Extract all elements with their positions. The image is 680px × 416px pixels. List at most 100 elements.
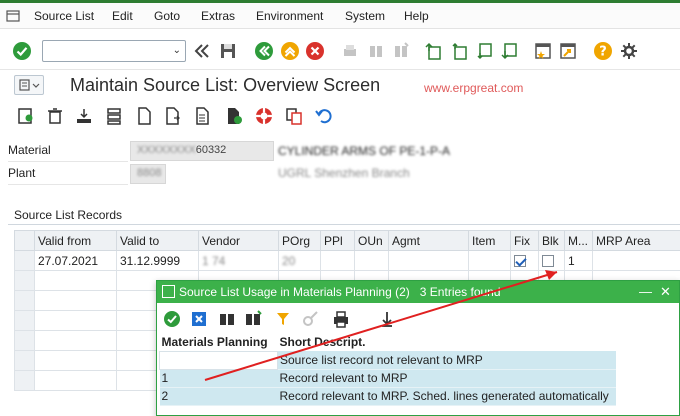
lifebuoy-icon[interactable] xyxy=(254,106,274,126)
back-icon[interactable] xyxy=(254,41,274,61)
cell-ppl[interactable] xyxy=(320,250,355,271)
copy-icon[interactable] xyxy=(284,106,304,126)
row-selector[interactable] xyxy=(14,350,35,371)
row-selector[interactable] xyxy=(14,370,35,391)
popup-enter-check-icon[interactable] xyxy=(162,309,182,329)
fix-checkbox[interactable] xyxy=(514,255,526,268)
row-selector[interactable] xyxy=(14,250,35,271)
menu-edit[interactable]: Edit xyxy=(112,9,133,23)
new-document-icon[interactable] xyxy=(134,106,154,126)
menu-system[interactable]: System xyxy=(345,9,385,23)
list-item[interactable]: 1 Record relevant to MRP xyxy=(159,369,616,388)
row-selector[interactable] xyxy=(14,290,35,311)
col-ppl[interactable]: PPl xyxy=(320,230,355,251)
minimize-icon[interactable]: — xyxy=(639,284,652,299)
settings-gear-icon[interactable] xyxy=(619,41,639,61)
empty-cell[interactable] xyxy=(34,290,117,311)
col-vendor[interactable]: Vendor xyxy=(198,230,279,251)
document-details-icon[interactable] xyxy=(163,106,183,126)
planning-key: 1 xyxy=(159,369,278,388)
popup-titlebar[interactable]: Source List Usage in Materials Planning … xyxy=(157,281,679,303)
chevron-down-icon[interactable]: ⌄ xyxy=(173,45,181,56)
col-mrp-area[interactable]: MRP Area xyxy=(592,230,680,251)
col-short-description[interactable]: Short Descript. xyxy=(277,333,616,351)
col-fix[interactable]: Fix xyxy=(510,230,539,251)
cell-porg[interactable]: 20 xyxy=(278,250,321,271)
overview-icon[interactable] xyxy=(16,106,36,126)
menu-icon[interactable] xyxy=(6,9,20,23)
popup-restrict-icon[interactable] xyxy=(273,309,293,329)
cell-valid-to[interactable]: 31.12.9999 xyxy=(116,250,199,271)
select-all-icon[interactable] xyxy=(104,106,124,126)
empty-cell[interactable] xyxy=(34,330,117,351)
cell-item[interactable] xyxy=(468,250,511,271)
menu-goto[interactable]: Goto xyxy=(154,9,180,23)
create-session-icon[interactable] xyxy=(533,41,553,61)
blk-checkbox[interactable] xyxy=(542,255,554,268)
enter-check-icon[interactable] xyxy=(12,41,32,61)
empty-cell[interactable] xyxy=(34,350,117,371)
cancel-icon[interactable] xyxy=(305,41,325,61)
menu-source-list[interactable]: Source List xyxy=(34,9,94,23)
document-check-icon[interactable] xyxy=(224,106,244,126)
popup-sort-icon[interactable] xyxy=(377,309,397,329)
row-selector-header[interactable] xyxy=(14,230,35,251)
col-materials-planning[interactable]: Materials Planning xyxy=(159,333,278,351)
shortcut-icon[interactable] xyxy=(558,41,578,61)
menu-environment[interactable]: Environment xyxy=(256,9,323,23)
menu-extras[interactable]: Extras xyxy=(201,9,235,23)
list-item[interactable]: Source list record not relevant to MRP xyxy=(159,350,616,370)
material-value: 60332 xyxy=(195,144,227,156)
menubar: Source List Edit Goto Extras Environment… xyxy=(0,3,680,29)
cell-agmt[interactable] xyxy=(388,250,469,271)
empty-cell[interactable] xyxy=(34,270,117,291)
popup-find-icon[interactable] xyxy=(217,309,237,329)
cell-valid-from[interactable]: 27.07.2021 xyxy=(34,250,117,271)
save-icon[interactable] xyxy=(218,41,238,61)
col-mrp[interactable]: M... xyxy=(564,230,593,251)
undo-icon[interactable] xyxy=(313,106,333,126)
cell-oun[interactable] xyxy=(354,250,389,271)
first-page-icon[interactable] xyxy=(424,41,444,61)
cell-mrp-area[interactable] xyxy=(592,250,680,271)
col-valid-to[interactable]: Valid to xyxy=(116,230,199,251)
row-selector[interactable] xyxy=(14,270,35,291)
col-item[interactable]: Item xyxy=(468,230,511,251)
empty-cell[interactable] xyxy=(34,370,117,391)
cell-vendor[interactable]: 1 74 xyxy=(198,250,279,271)
delete-trash-icon[interactable] xyxy=(45,106,65,126)
menu-help[interactable]: Help xyxy=(404,9,429,23)
row-selector[interactable] xyxy=(14,310,35,331)
popup-cancel-icon[interactable] xyxy=(189,309,209,329)
previous-page-icon[interactable] xyxy=(450,41,470,61)
print-icon[interactable] xyxy=(340,41,360,61)
popup-find-next-icon[interactable] xyxy=(243,309,263,329)
col-oun[interactable]: OUn xyxy=(354,230,389,251)
last-page-icon[interactable] xyxy=(500,41,520,61)
find-icon[interactable] xyxy=(366,41,386,61)
material-field[interactable]: XXXXXXXX60332 xyxy=(130,141,274,161)
help-icon[interactable]: ? xyxy=(593,41,613,61)
close-icon[interactable]: ✕ xyxy=(660,284,671,300)
cell-mrp[interactable]: 1 xyxy=(564,250,593,271)
popup-print-icon[interactable] xyxy=(331,309,351,329)
empty-cell[interactable] xyxy=(34,310,117,331)
popup-toolbar xyxy=(157,307,679,331)
col-blk[interactable]: Blk xyxy=(538,230,565,251)
screen-menu-button[interactable] xyxy=(14,75,44,95)
popup-key-icon[interactable] xyxy=(301,309,321,329)
command-input[interactable] xyxy=(43,41,163,61)
command-field[interactable]: ⌄ xyxy=(42,40,186,62)
plant-field[interactable]: 8808 xyxy=(130,164,166,184)
double-back-icon[interactable] xyxy=(192,41,212,61)
exit-icon[interactable] xyxy=(280,41,300,61)
list-item[interactable]: 2 Record relevant to MRP. Sched. lines g… xyxy=(159,387,616,406)
insert-row-icon[interactable] xyxy=(74,106,94,126)
col-agmt[interactable]: Agmt xyxy=(388,230,469,251)
document-list-icon[interactable] xyxy=(193,106,213,126)
find-next-icon[interactable] xyxy=(391,41,411,61)
col-porg[interactable]: POrg xyxy=(278,230,321,251)
col-valid-from[interactable]: Valid from xyxy=(34,230,117,251)
row-selector[interactable] xyxy=(14,330,35,351)
next-page-icon[interactable] xyxy=(475,41,495,61)
